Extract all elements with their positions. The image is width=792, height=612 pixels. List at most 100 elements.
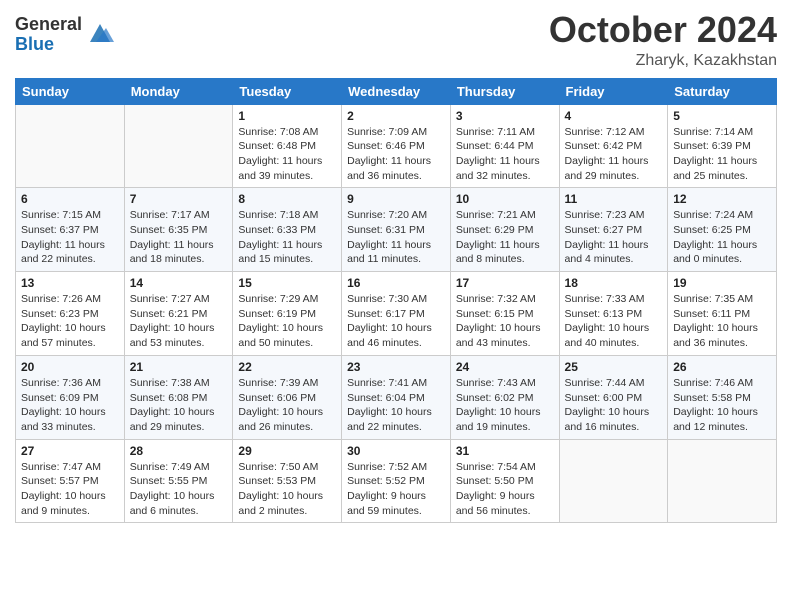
- day-cell: 3 Sunrise: 7:11 AMSunset: 6:44 PMDaylight…: [450, 104, 559, 188]
- day-info: Sunrise: 7:20 AMSunset: 6:31 PMDaylight:…: [347, 208, 445, 267]
- day-number: 5: [673, 109, 771, 123]
- day-number: 10: [456, 192, 554, 206]
- day-number: 30: [347, 444, 445, 458]
- day-cell: 28 Sunrise: 7:49 AMSunset: 5:55 PMDayligh…: [124, 439, 233, 523]
- day-info: Sunrise: 7:09 AMSunset: 6:46 PMDaylight:…: [347, 125, 445, 184]
- day-number: 29: [238, 444, 336, 458]
- logo-icon: [86, 18, 114, 46]
- day-info: Sunrise: 7:14 AMSunset: 6:39 PMDaylight:…: [673, 125, 771, 184]
- day-number: 26: [673, 360, 771, 374]
- day-number: 21: [130, 360, 228, 374]
- day-cell: [16, 104, 125, 188]
- week-row-3: 13 Sunrise: 7:26 AMSunset: 6:23 PMDayligh…: [16, 272, 777, 356]
- day-cell: 4 Sunrise: 7:12 AMSunset: 6:42 PMDaylight…: [559, 104, 668, 188]
- day-number: 23: [347, 360, 445, 374]
- day-info: Sunrise: 7:27 AMSunset: 6:21 PMDaylight:…: [130, 292, 228, 351]
- day-info: Sunrise: 7:39 AMSunset: 6:06 PMDaylight:…: [238, 376, 336, 435]
- day-number: 15: [238, 276, 336, 290]
- day-cell: 14 Sunrise: 7:27 AMSunset: 6:21 PMDayligh…: [124, 272, 233, 356]
- day-info: Sunrise: 7:47 AMSunset: 5:57 PMDaylight:…: [21, 460, 119, 519]
- week-row-1: 1Sunrise: 7:08 AMSunset: 6:48 PMDaylight…: [16, 104, 777, 188]
- day-info: Sunrise: 7:54 AMSunset: 5:50 PMDaylight:…: [456, 460, 554, 519]
- header-day-friday: Friday: [559, 78, 668, 104]
- logo-blue: Blue: [15, 35, 82, 55]
- title-block: October 2024 Zharyk, Kazakhstan: [549, 10, 777, 70]
- day-cell: 6Sunrise: 7:15 AMSunset: 6:37 PMDaylight…: [16, 188, 125, 272]
- day-number: 2: [347, 109, 445, 123]
- day-cell: 18Sunrise: 7:33 AMSunset: 6:13 PMDayligh…: [559, 272, 668, 356]
- day-cell: 24 Sunrise: 7:43 AMSunset: 6:02 PMDayligh…: [450, 355, 559, 439]
- day-cell: [124, 104, 233, 188]
- day-info: Sunrise: 7:23 AMSunset: 6:27 PMDaylight:…: [565, 208, 663, 267]
- day-info: Sunrise: 7:29 AMSunset: 6:19 PMDaylight:…: [238, 292, 336, 351]
- day-info: Sunrise: 7:44 AMSunset: 6:00 PMDaylight:…: [565, 376, 663, 435]
- day-number: 3: [456, 109, 554, 123]
- day-number: 6: [21, 192, 119, 206]
- day-number: 11: [565, 192, 663, 206]
- header-day-wednesday: Wednesday: [342, 78, 451, 104]
- day-info: Sunrise: 7:11 AMSunset: 6:44 PMDaylight:…: [456, 125, 554, 184]
- day-cell: 22 Sunrise: 7:39 AMSunset: 6:06 PMDayligh…: [233, 355, 342, 439]
- day-number: 27: [21, 444, 119, 458]
- location-title: Zharyk, Kazakhstan: [549, 52, 777, 70]
- day-info: Sunrise: 7:46 AMSunset: 5:58 PMDaylight:…: [673, 376, 771, 435]
- day-info: Sunrise: 7:38 AMSunset: 6:08 PMDaylight:…: [130, 376, 228, 435]
- day-number: 16: [347, 276, 445, 290]
- day-cell: 10 Sunrise: 7:21 AMSunset: 6:29 PMDayligh…: [450, 188, 559, 272]
- day-cell: 7Sunrise: 7:17 AMSunset: 6:35 PMDaylight…: [124, 188, 233, 272]
- day-cell: 23 Sunrise: 7:41 AMSunset: 6:04 PMDayligh…: [342, 355, 451, 439]
- day-cell: 5 Sunrise: 7:14 AMSunset: 6:39 PMDaylight…: [668, 104, 777, 188]
- day-number: 20: [21, 360, 119, 374]
- day-number: 4: [565, 109, 663, 123]
- day-number: 14: [130, 276, 228, 290]
- day-info: Sunrise: 7:52 AMSunset: 5:52 PMDaylight:…: [347, 460, 445, 519]
- day-info: Sunrise: 7:50 AMSunset: 5:53 PMDaylight:…: [238, 460, 336, 519]
- day-info: Sunrise: 7:24 AMSunset: 6:25 PMDaylight:…: [673, 208, 771, 267]
- day-cell: 29 Sunrise: 7:50 AMSunset: 5:53 PMDayligh…: [233, 439, 342, 523]
- page: General Blue October 2024 Zharyk, Kazakh…: [0, 0, 792, 612]
- day-info: Sunrise: 7:43 AMSunset: 6:02 PMDaylight:…: [456, 376, 554, 435]
- header-day-sunday: Sunday: [16, 78, 125, 104]
- day-cell: [559, 439, 668, 523]
- week-row-2: 6Sunrise: 7:15 AMSunset: 6:37 PMDaylight…: [16, 188, 777, 272]
- day-info: Sunrise: 7:36 AMSunset: 6:09 PMDaylight:…: [21, 376, 119, 435]
- week-row-5: 27 Sunrise: 7:47 AMSunset: 5:57 PMDayligh…: [16, 439, 777, 523]
- day-info: Sunrise: 7:49 AMSunset: 5:55 PMDaylight:…: [130, 460, 228, 519]
- day-info: Sunrise: 7:30 AMSunset: 6:17 PMDaylight:…: [347, 292, 445, 351]
- day-cell: 16 Sunrise: 7:30 AMSunset: 6:17 PMDayligh…: [342, 272, 451, 356]
- day-info: Sunrise: 7:21 AMSunset: 6:29 PMDaylight:…: [456, 208, 554, 267]
- day-number: 22: [238, 360, 336, 374]
- day-info: Sunrise: 7:32 AMSunset: 6:15 PMDaylight:…: [456, 292, 554, 351]
- day-cell: 21 Sunrise: 7:38 AMSunset: 6:08 PMDayligh…: [124, 355, 233, 439]
- day-info: Sunrise: 7:26 AMSunset: 6:23 PMDaylight:…: [21, 292, 119, 351]
- day-cell: 30 Sunrise: 7:52 AMSunset: 5:52 PMDayligh…: [342, 439, 451, 523]
- day-number: 9: [347, 192, 445, 206]
- day-info: Sunrise: 7:08 AMSunset: 6:48 PMDaylight:…: [238, 125, 336, 184]
- day-number: 24: [456, 360, 554, 374]
- day-cell: 25 Sunrise: 7:44 AMSunset: 6:00 PMDayligh…: [559, 355, 668, 439]
- day-cell: 1Sunrise: 7:08 AMSunset: 6:48 PMDaylight…: [233, 104, 342, 188]
- header-day-saturday: Saturday: [668, 78, 777, 104]
- day-info: Sunrise: 7:33 AMSunset: 6:13 PMDaylight:…: [565, 292, 663, 351]
- day-cell: 2 Sunrise: 7:09 AMSunset: 6:46 PMDaylight…: [342, 104, 451, 188]
- day-info: Sunrise: 7:41 AMSunset: 6:04 PMDaylight:…: [347, 376, 445, 435]
- header: General Blue October 2024 Zharyk, Kazakh…: [15, 10, 777, 70]
- week-row-4: 20 Sunrise: 7:36 AMSunset: 6:09 PMDayligh…: [16, 355, 777, 439]
- day-number: 19: [673, 276, 771, 290]
- day-cell: 17 Sunrise: 7:32 AMSunset: 6:15 PMDayligh…: [450, 272, 559, 356]
- day-cell: 9 Sunrise: 7:20 AMSunset: 6:31 PMDaylight…: [342, 188, 451, 272]
- day-number: 17: [456, 276, 554, 290]
- day-cell: [668, 439, 777, 523]
- logo-general: General: [15, 15, 82, 35]
- header-day-monday: Monday: [124, 78, 233, 104]
- header-day-tuesday: Tuesday: [233, 78, 342, 104]
- day-number: 28: [130, 444, 228, 458]
- day-info: Sunrise: 7:12 AMSunset: 6:42 PMDaylight:…: [565, 125, 663, 184]
- day-number: 12: [673, 192, 771, 206]
- day-number: 31: [456, 444, 554, 458]
- day-cell: 31 Sunrise: 7:54 AMSunset: 5:50 PMDayligh…: [450, 439, 559, 523]
- day-number: 8: [238, 192, 336, 206]
- day-cell: 13 Sunrise: 7:26 AMSunset: 6:23 PMDayligh…: [16, 272, 125, 356]
- day-number: 13: [21, 276, 119, 290]
- day-number: 25: [565, 360, 663, 374]
